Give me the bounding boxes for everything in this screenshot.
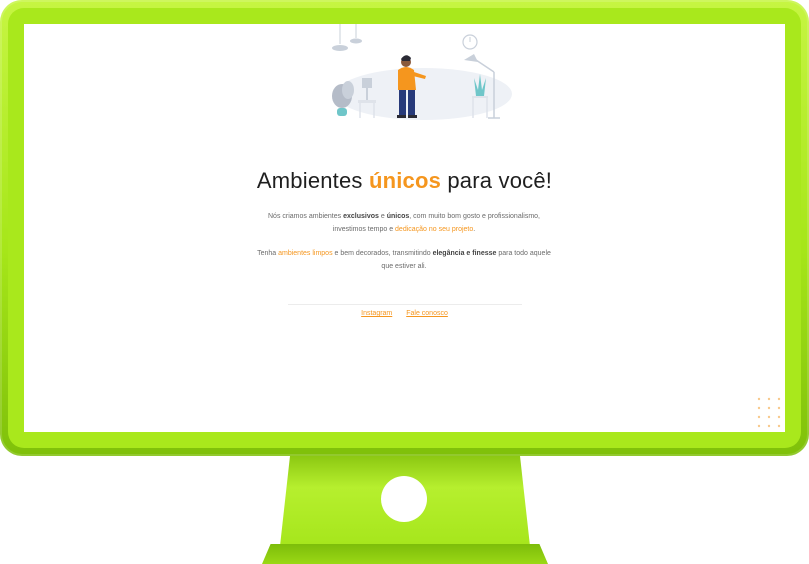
monitor-stand-base: [262, 544, 548, 564]
divider: [288, 304, 522, 305]
page-title-before: Ambientes: [256, 168, 369, 193]
monitor-screen: Ambientes únicos para você! Nós criamos …: [24, 24, 785, 432]
intro-paragraph: Nós criamos ambientes exclusivos e único…: [254, 210, 554, 236]
secondary-text-1: Tenha: [257, 250, 279, 257]
intro-text-1: Nós criamos ambientes: [268, 213, 344, 220]
intro-highlight: dedicação no seu projeto: [395, 226, 474, 233]
monitor-stand-hole: [381, 476, 427, 522]
intro-bold-unicos: únicos: [386, 213, 410, 220]
page-title: Ambientes únicos para você!: [24, 168, 785, 194]
room-illustration-icon: [332, 24, 512, 120]
monitor-mockup: Ambientes únicos para você! Nós criamos …: [0, 0, 809, 564]
page-title-accent: únicos: [368, 168, 442, 193]
intro-bold-exclusivos: exclusivos: [343, 213, 379, 220]
dot-grid-icon: [757, 397, 781, 428]
footer-links: Instagram Fale conosco: [24, 310, 785, 317]
intro-text-4: .: [473, 226, 476, 233]
secondary-paragraph: Tenha ambientes limpos e bem decorados, …: [254, 247, 554, 273]
secondary-bold: elegância e finesse: [432, 250, 497, 257]
instagram-link[interactable]: Instagram: [361, 310, 392, 317]
intro-text-2: e: [378, 213, 387, 220]
secondary-highlight: ambientes limpos: [278, 250, 333, 257]
contact-link[interactable]: Fale conosco: [406, 310, 448, 317]
page-title-after: para você!: [441, 168, 553, 193]
secondary-text-2: e bem decorados, transmitindo: [332, 250, 433, 257]
